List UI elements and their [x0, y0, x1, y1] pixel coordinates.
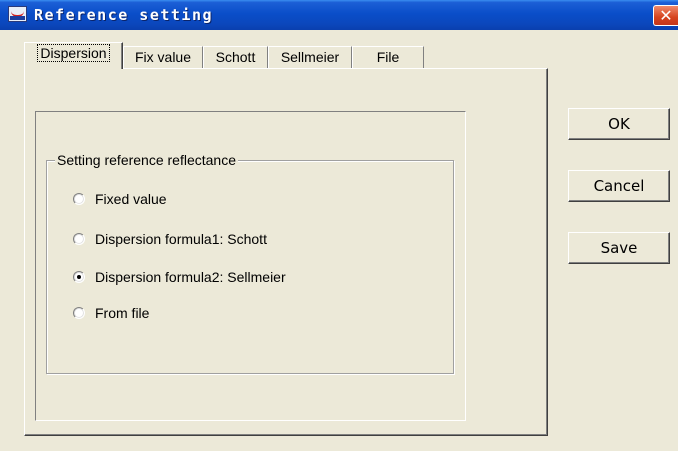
cancel-button[interactable]: Cancel — [568, 170, 670, 202]
tab-sellmeier[interactable]: Sellmeier — [268, 46, 352, 68]
tab-schott[interactable]: Schott — [203, 46, 268, 68]
option-label: From file — [95, 305, 150, 321]
reference-setting-dialog: Reference setting ✕ Dispersion Fix value… — [0, 0, 678, 451]
ok-button[interactable]: OK — [568, 108, 670, 140]
tab-panel-dispersion: Setting reference reflectance Fixed valu… — [24, 68, 548, 436]
reference-reflectance-group: Setting reference reflectance Fixed valu… — [46, 152, 454, 374]
save-button[interactable]: Save — [568, 232, 670, 264]
radio-sellmeier[interactable] — [73, 271, 85, 283]
radio-fixed-value[interactable] — [73, 193, 85, 205]
title-bar[interactable]: Reference setting ✕ — [0, 0, 678, 30]
window-title: Reference setting — [34, 6, 214, 24]
close-button[interactable]: ✕ — [653, 5, 678, 26]
option-label: Dispersion formula1: Schott — [95, 231, 267, 247]
group-title: Setting reference reflectance — [55, 152, 238, 168]
tab-dispersion-label: Dispersion — [37, 44, 110, 62]
inner-panel: Setting reference reflectance Fixed valu… — [35, 111, 466, 421]
tab-file[interactable]: File — [352, 46, 424, 68]
radio-from-file[interactable] — [73, 307, 85, 319]
option-label: Fixed value — [95, 191, 167, 207]
app-icon — [8, 6, 27, 22]
tab-fix-value[interactable]: Fix value — [123, 46, 203, 68]
radio-schott[interactable] — [73, 233, 85, 245]
option-label: Dispersion formula2: Sellmeier — [95, 269, 286, 285]
tab-dispersion[interactable]: Dispersion — [24, 42, 123, 69]
